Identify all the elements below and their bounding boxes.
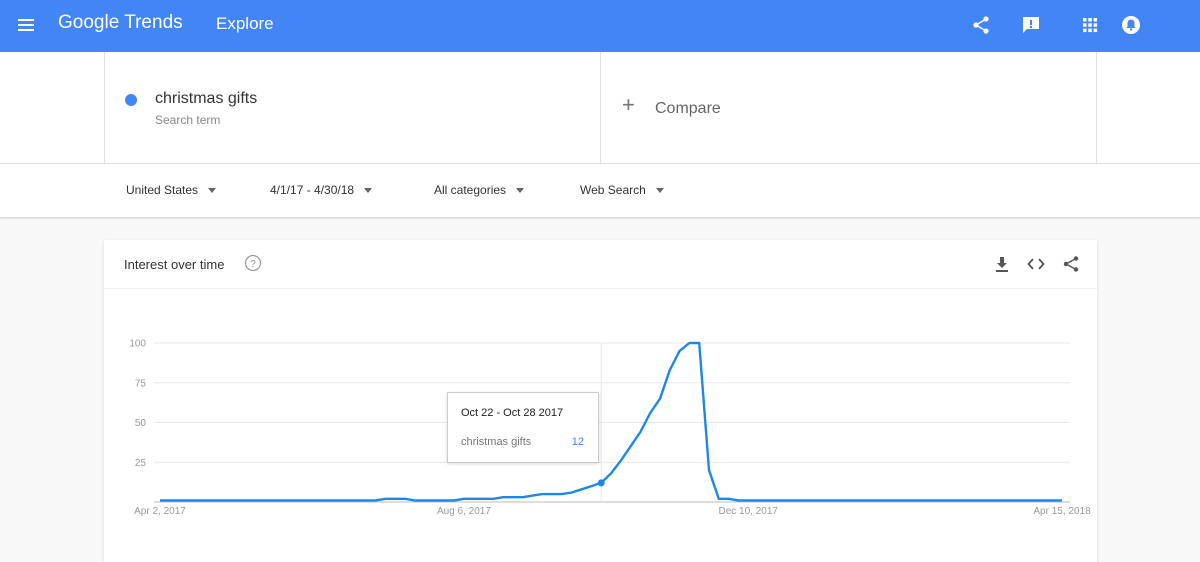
tooltip-value: 12 bbox=[571, 436, 584, 448]
search-term-type: Search term bbox=[155, 113, 221, 127]
filters-bar: United States 4/1/17 - 4/30/18 All categ… bbox=[0, 164, 1200, 218]
x-tick-label: Dec 10, 2017 bbox=[719, 506, 779, 517]
category-dropdown[interactable]: All categories bbox=[434, 183, 525, 197]
caret-down-icon bbox=[516, 188, 525, 194]
card-title: Interest over time bbox=[124, 257, 225, 272]
x-tick-label: Apr 2, 2017 bbox=[134, 506, 186, 517]
caret-down-icon bbox=[364, 188, 373, 194]
search-type-label: Web Search bbox=[580, 183, 646, 197]
date-range-dropdown[interactable]: 4/1/17 - 4/30/18 bbox=[270, 183, 373, 197]
help-icon[interactable]: ? bbox=[244, 254, 262, 272]
embed-icon[interactable] bbox=[1027, 255, 1045, 273]
compare-card[interactable]: + Compare bbox=[600, 52, 1097, 163]
highlight-point bbox=[597, 479, 605, 487]
menu-icon[interactable] bbox=[16, 15, 36, 35]
search-type-dropdown[interactable]: Web Search bbox=[580, 183, 664, 197]
series-line-christmas-gifts bbox=[160, 341, 1062, 502]
card-header: Interest over time ? bbox=[104, 240, 1097, 289]
y-tick-label: 100 bbox=[129, 339, 146, 350]
search-terms-panel: christmas gifts Search term + Compare bbox=[0, 52, 1200, 164]
term-color-dot bbox=[125, 94, 137, 106]
interest-over-time-card: Interest over time ? 25 50 75 100 Apr 2, 201… bbox=[104, 240, 1097, 562]
caret-down-icon bbox=[655, 188, 664, 194]
download-icon[interactable] bbox=[993, 255, 1011, 273]
x-tick-label: Apr 15, 2018 bbox=[1033, 506, 1091, 517]
y-tick-label: 75 bbox=[135, 378, 147, 389]
google-trends-logo[interactable]: Google Trends bbox=[58, 12, 183, 34]
share-icon[interactable] bbox=[970, 14, 992, 36]
tooltip-term: christmas gifts bbox=[461, 436, 532, 448]
notifications-icon[interactable] bbox=[1120, 14, 1142, 36]
caret-down-icon bbox=[208, 188, 217, 194]
page-title: Explore bbox=[216, 14, 274, 33]
share-icon[interactable] bbox=[1062, 255, 1080, 273]
search-term-card[interactable]: christmas gifts Search term bbox=[104, 52, 601, 163]
apps-icon[interactable] bbox=[1079, 14, 1101, 36]
region-dropdown[interactable]: United States bbox=[126, 183, 217, 197]
feedback-icon[interactable] bbox=[1020, 14, 1042, 36]
plus-icon[interactable]: + bbox=[622, 94, 635, 116]
search-term-name[interactable]: christmas gifts bbox=[155, 90, 257, 108]
date-range-label: 4/1/17 - 4/30/18 bbox=[270, 183, 355, 197]
interest-chart[interactable]: 25 50 75 100 Apr 2, 2017 Aug 6, 2017 Dec 10, 2… bbox=[104, 288, 1097, 562]
category-label: All categories bbox=[434, 183, 507, 197]
svg-text:?: ? bbox=[250, 259, 256, 270]
tooltip-date: Oct 22 - Oct 28 2017 bbox=[461, 407, 564, 419]
chart-tooltip: Oct 22 - Oct 28 2017 christmas gifts 12 bbox=[447, 392, 599, 463]
region-label: United States bbox=[126, 183, 199, 197]
y-tick-label: 25 bbox=[135, 458, 147, 469]
compare-button[interactable]: Compare bbox=[655, 100, 721, 118]
top-app-bar: Google Trends Explore bbox=[0, 0, 1200, 52]
y-tick-label: 50 bbox=[135, 418, 147, 429]
x-tick-label: Aug 6, 2017 bbox=[437, 506, 491, 517]
